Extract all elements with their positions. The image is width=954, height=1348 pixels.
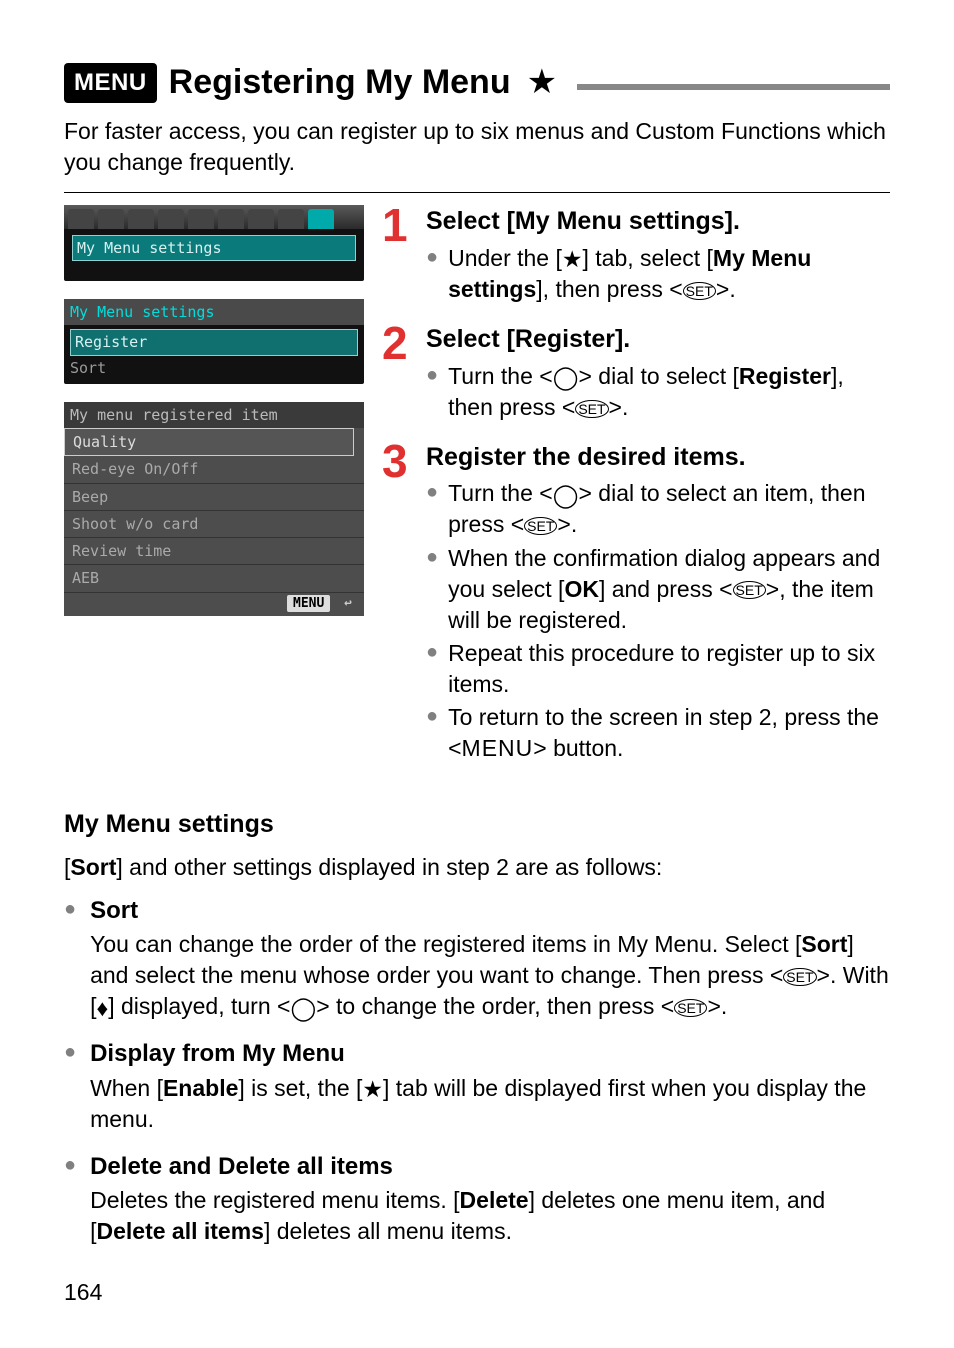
updown-arrow-icon: ♦ [96, 997, 108, 1020]
camera-screen-3: My menu registered item Quality Red-eye … [64, 402, 364, 616]
bullet-icon: ● [426, 361, 438, 423]
tab-icon [68, 209, 94, 229]
setting-title: Display from My Menu [90, 1038, 890, 1070]
quick-dial-icon: ◯ [553, 366, 579, 389]
set-button-icon: SET [575, 400, 608, 418]
quick-dial-icon: ◯ [290, 997, 316, 1020]
after-step-text: [Sort] and other settings displayed in s… [64, 852, 890, 883]
list-item: Beep [64, 484, 364, 511]
step-number: 3 [382, 441, 416, 766]
mymenu-tab-icon: ★ [562, 248, 583, 271]
bullet-icon: ● [426, 243, 438, 305]
tab-icon [128, 209, 154, 229]
tab-icon [98, 209, 124, 229]
menu-return-hint: MENU ↩ [64, 593, 364, 617]
tab-icon [218, 209, 244, 229]
bullet-icon: ● [426, 478, 438, 540]
setting-title: Sort [90, 895, 890, 927]
step-heading: Register the desired items. [426, 441, 890, 475]
section-header: My Menu settings [64, 808, 890, 842]
title-rule [577, 84, 890, 90]
step-text: To return to the screen in step 2, press… [448, 702, 890, 764]
bullet-icon: ● [64, 1038, 76, 1134]
page-title-row: MENU Registering My Menu ★ [64, 60, 890, 106]
star-icon: ★ [527, 60, 557, 106]
step-2: 2 Select [Register]. ● Turn the <◯> dial… [382, 323, 890, 425]
setting-delete: ● Delete and Delete all items Deletes th… [64, 1151, 890, 1247]
tab-icon [278, 209, 304, 229]
setting-display: ● Display from My Menu When [Enable] is … [64, 1038, 890, 1134]
set-button-icon: SET [733, 581, 766, 599]
setting-sort: ● Sort You can change the order of the r… [64, 895, 890, 1023]
set-button-icon: SET [683, 282, 716, 300]
bullet-icon: ● [426, 638, 438, 700]
tab-bar [64, 205, 364, 229]
tab-icon [158, 209, 184, 229]
list-item: Shoot w/o card [64, 511, 364, 538]
return-arrow-icon: ↩ [338, 595, 358, 612]
menu-return-label: MENU [287, 595, 330, 612]
set-button-icon: SET [524, 517, 557, 535]
menu-item-sort: Sort [70, 358, 358, 378]
step-text: When the confirmation dialog appears and… [448, 543, 890, 636]
page-number: 164 [64, 1277, 890, 1308]
menu-button-label: MENU [462, 735, 534, 761]
step-number: 2 [382, 323, 416, 425]
step-heading: Select [My Menu settings]. [426, 205, 890, 239]
setting-body: You can change the order of the register… [90, 929, 890, 1022]
bullet-icon: ● [426, 702, 438, 764]
set-button-icon: SET [783, 968, 816, 986]
tab-icon [188, 209, 214, 229]
list-item: Review time [64, 538, 364, 565]
step-heading: Select [Register]. [426, 323, 890, 357]
list-item: Quality [64, 428, 354, 456]
list-item: AEB [64, 565, 364, 592]
set-button-icon: SET [674, 999, 707, 1017]
step-text: Under the [★] tab, select [My Menu setti… [448, 243, 890, 305]
intro-text: For faster access, you can register up t… [64, 116, 890, 178]
bullet-icon: ● [64, 1151, 76, 1247]
divider [64, 192, 890, 193]
camera-screen-1: My Menu settings [64, 205, 364, 281]
menu-item-selected: My Menu settings [72, 235, 356, 261]
list-item: Red-eye On/Off [64, 456, 364, 483]
setting-title: Delete and Delete all items [90, 1151, 890, 1183]
step-text: Turn the <◯> dial to select an item, the… [448, 478, 890, 540]
mymenu-tab-icon: ★ [362, 1078, 383, 1101]
step-text: Repeat this procedure to register up to … [448, 638, 890, 700]
setting-body: When [Enable] is set, the [★] tab will b… [90, 1073, 890, 1135]
quick-dial-icon: ◯ [553, 484, 579, 507]
tab-mymenu-icon [308, 209, 334, 229]
bullet-icon: ● [426, 543, 438, 636]
screen-header: My Menu settings [64, 299, 364, 325]
tab-icon [248, 209, 274, 229]
step-3: 3 Register the desired items. ● Turn the… [382, 441, 890, 766]
bullet-icon: ● [64, 895, 76, 1023]
step-number: 1 [382, 205, 416, 307]
step-1: 1 Select [My Menu settings]. ● Under the… [382, 205, 890, 307]
screen-header: My menu registered item [64, 402, 364, 428]
camera-screen-2: My Menu settings Register Sort [64, 299, 364, 384]
setting-body: Deletes the registered menu items. [Dele… [90, 1185, 890, 1247]
menu-badge: MENU [64, 63, 157, 103]
step-text: Turn the <◯> dial to select [Register], … [448, 361, 890, 423]
page-title: Registering My Menu [169, 60, 511, 106]
menu-item-register: Register [70, 329, 358, 355]
